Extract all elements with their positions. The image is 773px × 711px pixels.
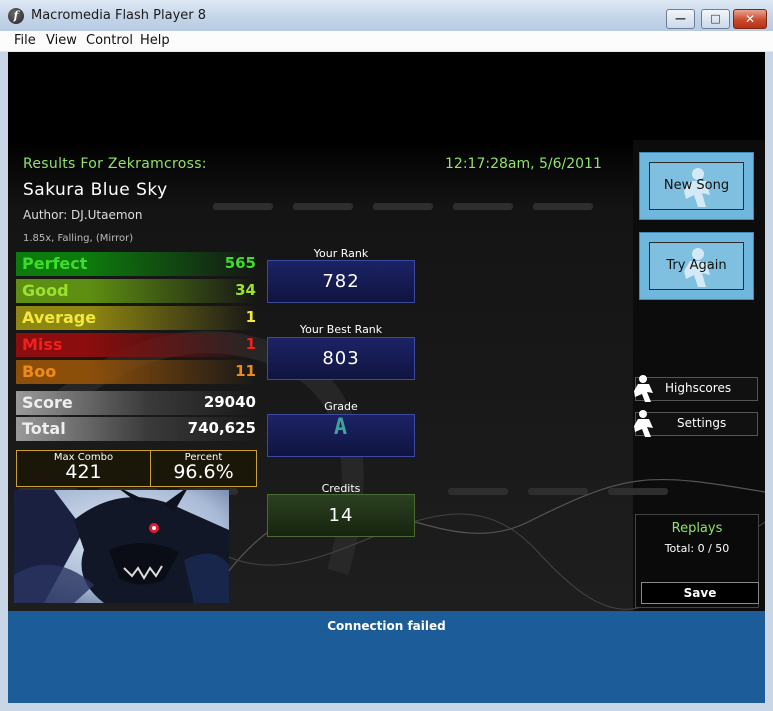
menu-view[interactable]: View bbox=[46, 33, 77, 48]
close-icon: ✕ bbox=[744, 12, 756, 26]
song-title: Sakura Blue Sky bbox=[23, 180, 168, 200]
status-bar: Connection failed bbox=[8, 611, 765, 703]
new-song-button-face: New Song bbox=[649, 162, 744, 210]
try-again-label: Try Again bbox=[666, 258, 727, 273]
settings-label: Settings bbox=[677, 416, 727, 430]
minimize-button[interactable]: — bbox=[666, 9, 695, 29]
judgement-value: 565 bbox=[224, 254, 256, 272]
judgement-label: Good bbox=[22, 281, 69, 300]
total-value: 740,625 bbox=[187, 419, 256, 437]
judgement-good: Good 34 bbox=[16, 279, 256, 303]
banner-artwork bbox=[14, 490, 229, 603]
max-combo: Max Combo 421 bbox=[17, 451, 150, 486]
new-song-button[interactable]: New Song bbox=[639, 152, 754, 220]
your-rank-value: 782 bbox=[322, 271, 360, 292]
credits-value: 14 bbox=[328, 505, 354, 526]
close-button[interactable]: ✕ bbox=[733, 9, 767, 29]
score-row: Score 29040 bbox=[16, 391, 256, 415]
judgement-label: Boo bbox=[22, 362, 57, 381]
judgement-value: 11 bbox=[235, 362, 256, 380]
best-rank-label: Your Best Rank bbox=[299, 323, 383, 336]
dancer-icon bbox=[634, 410, 653, 437]
judgement-label: Perfect bbox=[22, 254, 88, 273]
replays-panel: Replays Total: 0 / 50 Save bbox=[635, 514, 759, 608]
highscores-label: Highscores bbox=[665, 381, 732, 395]
results-header: Results For Zekramcross: bbox=[23, 156, 207, 172]
minimize-icon: — bbox=[675, 12, 686, 25]
judgement-miss: Miss 1 bbox=[16, 333, 256, 357]
judgement-average: Average 1 bbox=[16, 306, 256, 330]
try-again-button[interactable]: Try Again bbox=[639, 232, 754, 300]
maximize-button[interactable]: □ bbox=[701, 9, 730, 29]
judgement-perfect: Perfect 565 bbox=[16, 252, 256, 276]
save-replay-button[interactable]: Save bbox=[641, 582, 759, 604]
replays-count: Total: 0 / 50 bbox=[664, 542, 730, 555]
judgement-value: 1 bbox=[245, 308, 256, 326]
grade-box: A bbox=[267, 414, 415, 457]
new-song-label: New Song bbox=[663, 178, 730, 193]
grade-label: Grade bbox=[324, 400, 358, 413]
total-row: Total 740,625 bbox=[16, 417, 256, 441]
total-label: Total bbox=[22, 419, 66, 438]
window-title: Macromedia Flash Player 8 bbox=[31, 8, 207, 23]
score-value: 29040 bbox=[203, 393, 256, 411]
replays-title: Replays bbox=[671, 521, 723, 536]
accuracy-percent: Percent 96.6% bbox=[151, 451, 256, 486]
score-label: Score bbox=[22, 393, 73, 412]
maximize-icon: □ bbox=[710, 12, 721, 25]
combo-percent-box: Max Combo 421 Percent 96.6% bbox=[16, 450, 257, 487]
judgement-boo: Boo 11 bbox=[16, 360, 256, 384]
max-combo-value: 421 bbox=[65, 461, 102, 483]
try-again-button-face: Try Again bbox=[649, 242, 744, 290]
song-banner-image bbox=[14, 490, 229, 603]
credits-box: 14 bbox=[267, 494, 415, 537]
your-rank-box: 782 bbox=[267, 260, 415, 303]
flash-player-icon: f bbox=[8, 8, 24, 24]
menu-file[interactable]: File bbox=[14, 33, 36, 48]
grade-value: A bbox=[333, 415, 349, 440]
best-rank-box: 803 bbox=[267, 337, 415, 380]
best-rank-value: 803 bbox=[322, 348, 360, 369]
judgement-value: 1 bbox=[245, 335, 256, 353]
dancer-icon bbox=[634, 375, 653, 402]
play-modifiers: 1.85x, Falling, (Mirror) bbox=[23, 233, 134, 244]
game-stage: Results For Zekramcross: 12:17:28am, 5/6… bbox=[8, 52, 765, 611]
song-author: Author: DJ.Utaemon bbox=[23, 208, 143, 222]
menu-control[interactable]: Control bbox=[86, 33, 133, 48]
menu-bar: File View Control Help bbox=[0, 31, 773, 52]
judgement-label: Miss bbox=[22, 335, 63, 354]
results-timestamp: 12:17:28am, 5/6/2011 bbox=[445, 156, 602, 172]
judgement-label: Average bbox=[22, 308, 97, 327]
percent-value: 96.6% bbox=[173, 461, 234, 483]
connection-status: Connection failed bbox=[327, 619, 446, 633]
menu-help[interactable]: Help bbox=[140, 33, 170, 48]
title-bar: f Macromedia Flash Player 8 — □ ✕ bbox=[0, 0, 773, 32]
your-rank-label: Your Rank bbox=[313, 247, 369, 260]
judgement-value: 34 bbox=[235, 281, 256, 299]
